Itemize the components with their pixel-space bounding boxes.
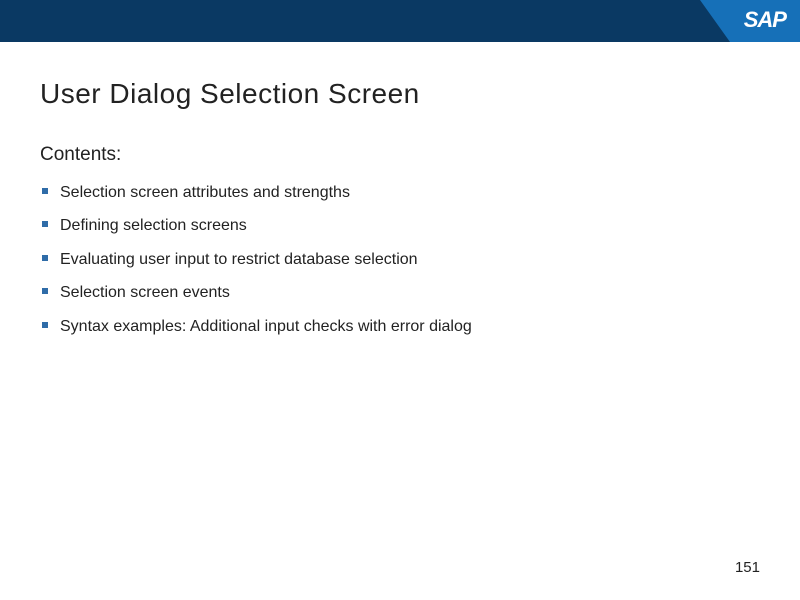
slide-title: User Dialog Selection Screen	[40, 78, 760, 110]
list-item: Selection screen events	[40, 282, 760, 304]
sap-logo-text: SAP	[744, 7, 786, 33]
list-item: Evaluating user input to restrict databa…	[40, 249, 760, 271]
contents-heading: Contents:	[40, 144, 760, 166]
slide-content: User Dialog Selection Screen Contents: S…	[0, 42, 800, 338]
list-item: Syntax examples: Additional input checks…	[40, 316, 760, 338]
list-item: Selection screen attributes and strength…	[40, 182, 760, 204]
page-number: 151	[735, 559, 760, 576]
sap-logo: SAP	[700, 0, 800, 42]
bullet-list: Selection screen attributes and strength…	[40, 182, 760, 338]
header-bar: SAP	[0, 0, 800, 42]
list-item: Defining selection screens	[40, 215, 760, 237]
